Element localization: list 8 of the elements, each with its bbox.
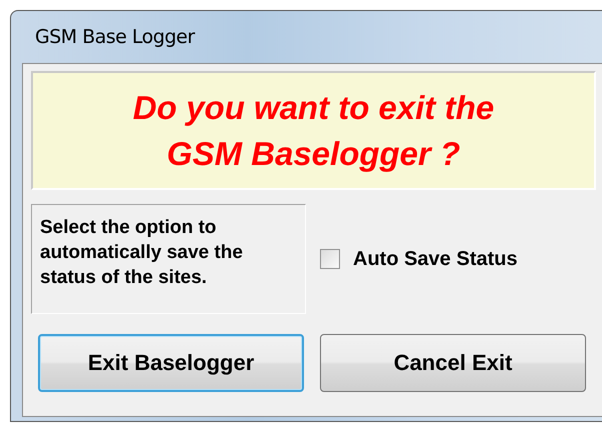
auto-save-checkbox[interactable] [320, 249, 340, 269]
cancel-button[interactable]: Cancel Exit [320, 334, 586, 392]
exit-question: Do you want to exit the [132, 88, 494, 128]
exit-question: GSM Baselogger ? [166, 134, 460, 174]
window-title: GSM Base Logger [35, 26, 195, 48]
exit-button[interactable]: Exit Baselogger [38, 334, 304, 392]
description-text: Select the option to automatically save the status of the sites. [31, 204, 306, 314]
checkbox-label[interactable]: Auto Save Status [353, 248, 518, 270]
